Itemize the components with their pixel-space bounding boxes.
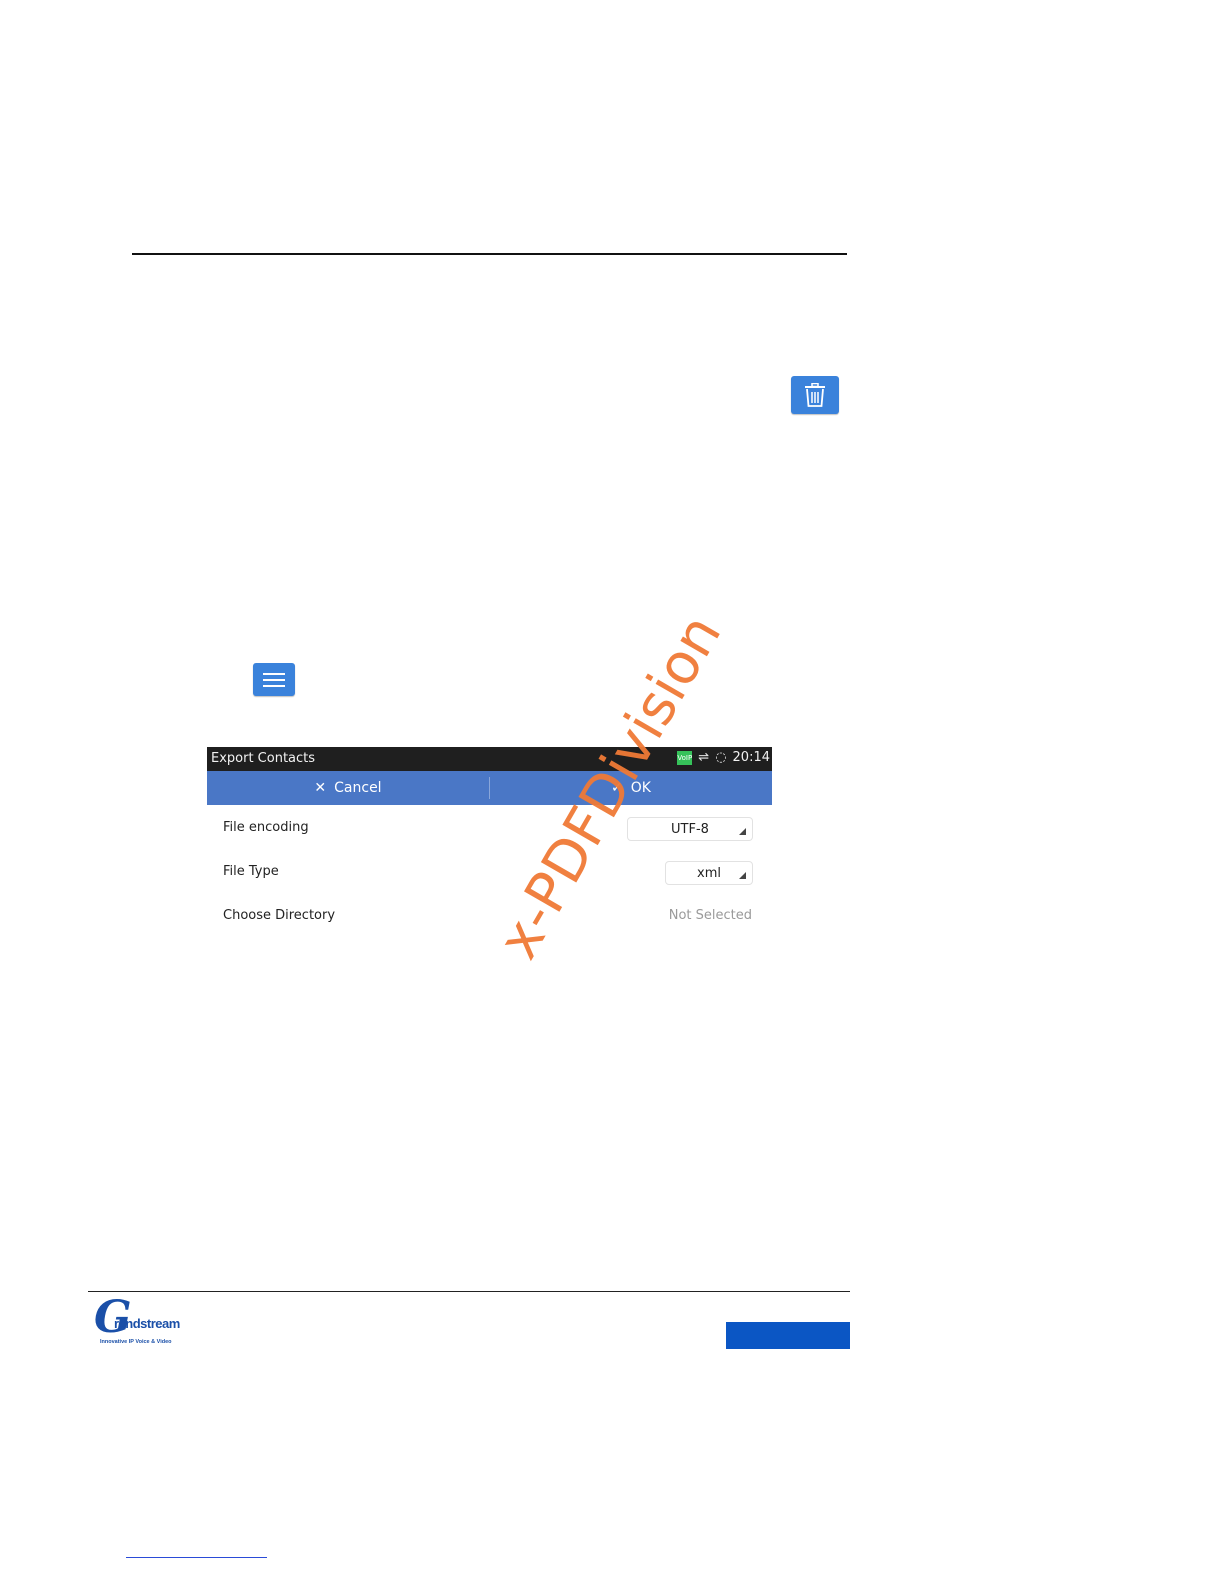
cancel-button[interactable]: ✕ Cancel [207,771,489,805]
sync-icon: ◌ [715,750,727,765]
footer-page-bar [726,1322,850,1349]
voip-badge: VoIP [677,750,693,765]
action-bar: ✕ Cancel ✓ OK [207,771,772,805]
footer-link-underline[interactable] [126,1557,267,1558]
screen-title: Export Contacts [211,751,316,766]
dropdown-corner-icon [739,872,746,879]
delete-button[interactable] [791,376,839,414]
choose-directory-value[interactable]: Not Selected [669,908,752,923]
logo-tagline: Innovative IP Voice & Video [100,1339,172,1345]
file-encoding-value: UTF-8 [671,821,709,837]
file-encoding-label: File encoding [223,820,309,835]
status-indicators: VoIP ⇌ ◌ 20:14 [677,750,770,765]
close-icon: ✕ [314,780,327,796]
file-type-label: File Type [223,864,279,879]
menu-button[interactable] [253,663,295,696]
choose-directory-label[interactable]: Choose Directory [223,908,335,923]
ok-label: OK [630,780,651,796]
network-icon: ⇌ [698,750,710,765]
file-type-select[interactable]: xml [665,861,753,885]
header-rule [132,253,847,255]
file-type-value: xml [697,865,721,881]
status-bar: Export Contacts VoIP ⇌ ◌ 20:14 [207,747,772,771]
menu-icon [263,672,285,687]
cancel-label: Cancel [334,780,382,796]
file-encoding-select[interactable]: UTF-8 [627,817,753,841]
logo-wordmark: randstream [114,1316,180,1331]
dropdown-corner-icon [739,828,746,835]
trash-icon [805,383,825,407]
export-contacts-screenshot: Export Contacts VoIP ⇌ ◌ 20:14 ✕ Cancel … [207,747,772,980]
status-time: 20:14 [732,750,770,765]
footer-rule [88,1291,850,1292]
check-icon: ✓ [611,780,623,796]
ok-button[interactable]: ✓ OK [490,771,772,805]
grandstream-logo: G randstream Innovative IP Voice & Video [92,1292,180,1352]
